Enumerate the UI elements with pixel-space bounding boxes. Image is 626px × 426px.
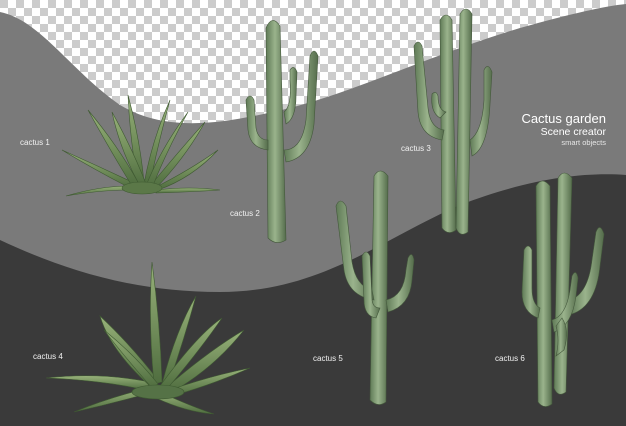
cactus-1-label: cactus 1 (20, 138, 50, 147)
title-block: Cactus garden Scene creator smart object… (506, 112, 606, 148)
cactus-3-label: cactus 3 (401, 144, 431, 153)
title-subtitle: Scene creator (540, 126, 606, 138)
cactus-5-label: cactus 5 (313, 354, 343, 363)
cactus-6-label: cactus 6 (495, 354, 525, 363)
cactus-4-label: cactus 4 (33, 352, 63, 361)
title-main: Cactus garden (521, 111, 606, 126)
title-caption: smart objects (561, 138, 606, 147)
cactus-2-label: cactus 2 (230, 209, 260, 218)
